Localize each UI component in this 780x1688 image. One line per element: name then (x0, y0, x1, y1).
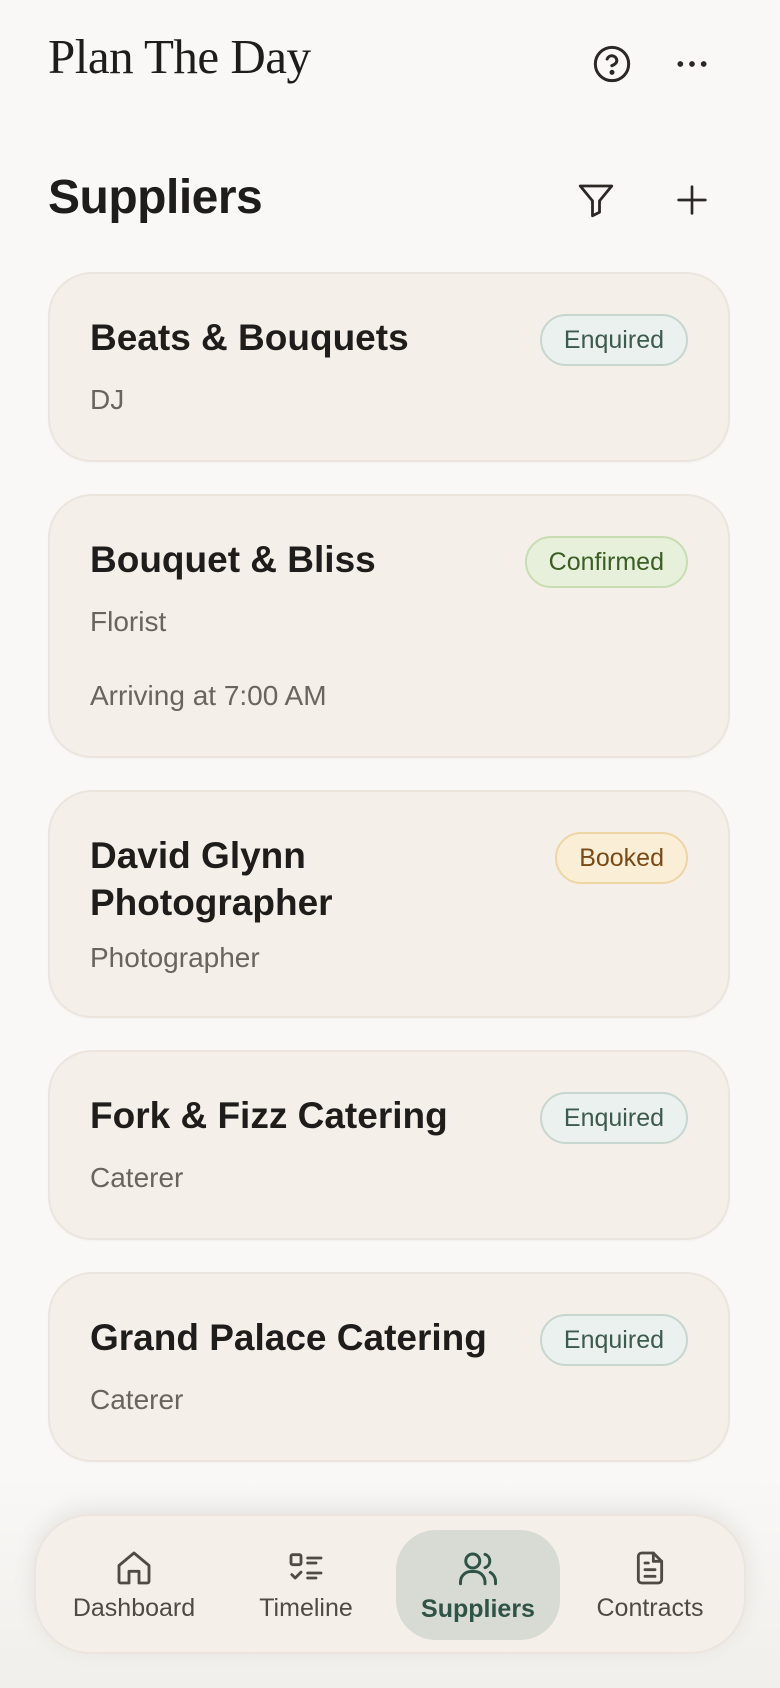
users-icon (459, 1552, 497, 1585)
supplier-name: David Glynn Photographer (90, 835, 333, 923)
timeline-icon (289, 1552, 323, 1579)
status-badge: Enquired (539, 1092, 688, 1144)
supplier-name: Beats & Bouquets (90, 317, 409, 358)
supplier-category: Caterer (90, 1162, 184, 1193)
status-badge: Enquired (539, 1314, 688, 1366)
plus-icon (677, 185, 707, 215)
supplier-card[interactable]: David Glynn Photographer Photographer Bo… (48, 790, 730, 1018)
nav-item-label: Timeline (259, 1593, 353, 1622)
app-title: Plan The Day (48, 29, 311, 84)
bottom-nav: Dashboard Timeline Suppliers Contracts (34, 1514, 746, 1654)
nav-item-timeline[interactable]: Timeline (224, 1530, 388, 1640)
nav-item-suppliers[interactable]: Suppliers (396, 1530, 560, 1640)
home-icon (117, 1551, 151, 1584)
add-supplier-button[interactable] (664, 172, 720, 228)
document-icon (636, 1551, 664, 1584)
supplier-category: Caterer (90, 1384, 184, 1415)
supplier-card[interactable]: Beats & Bouquets DJ Enquired (48, 272, 730, 462)
nav-item-contracts[interactable]: Contracts (568, 1530, 732, 1640)
supplier-name: Grand Palace Catering (90, 1317, 487, 1358)
supplier-category: DJ (90, 384, 125, 415)
help-icon (593, 45, 631, 83)
filter-button[interactable] (568, 172, 624, 228)
more-icon (677, 61, 707, 67)
help-button[interactable] (584, 36, 640, 92)
status-badge: Confirmed (524, 536, 688, 588)
supplier-category: Florist (90, 606, 167, 637)
status-badge: Enquired (539, 314, 688, 366)
nav-item-dashboard[interactable]: Dashboard (52, 1530, 216, 1640)
supplier-name: Bouquet & Bliss (90, 539, 376, 580)
supplier-card[interactable]: Bouquet & Bliss Florist Arriving at 7:00… (48, 494, 730, 758)
status-badge: Booked (555, 832, 688, 884)
supplier-arrival-time: Arriving at 7:00 AM (90, 680, 327, 711)
supplier-card[interactable]: Grand Palace Catering Caterer Enquired (48, 1272, 730, 1462)
filter-icon (578, 184, 614, 218)
supplier-card[interactable]: Fork & Fizz Catering Caterer Enquired (48, 1050, 730, 1240)
more-options-button[interactable] (664, 36, 720, 92)
supplier-name: Fork & Fizz Catering (90, 1095, 448, 1136)
nav-item-label: Contracts (596, 1593, 704, 1622)
supplier-category: Photographer (90, 942, 260, 973)
app-header: Plan The Day (0, 0, 780, 130)
section-title: Suppliers (48, 171, 263, 224)
nav-item-label: Dashboard (72, 1593, 196, 1622)
nav-item-label: Suppliers (421, 1594, 535, 1623)
